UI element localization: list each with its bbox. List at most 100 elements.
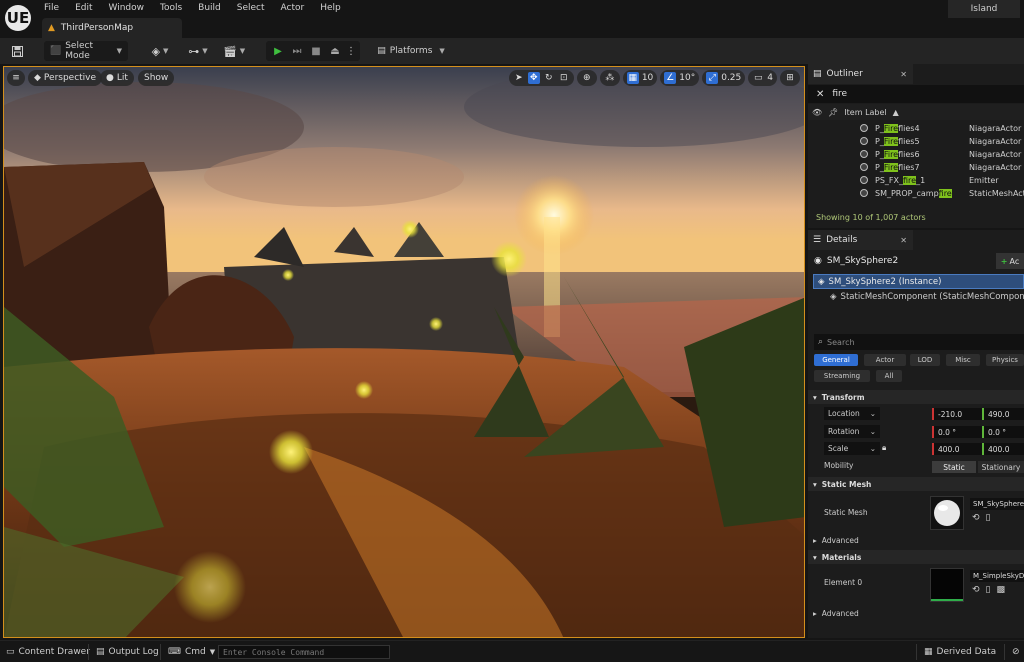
menu-build[interactable]: Build	[190, 0, 229, 16]
filter-streaming[interactable]: Streaming	[814, 370, 870, 382]
filter-general[interactable]: General	[814, 354, 858, 366]
item-label-column[interactable]: Item Label	[844, 108, 886, 117]
menu-file[interactable]: File	[36, 0, 67, 16]
material-asset-picker[interactable]: M_SimpleSkyDo	[970, 570, 1024, 582]
transform-section-header[interactable]: ▾ Transform	[808, 390, 1024, 404]
rotation-snap-control[interactable]: ∠ 10°	[660, 70, 700, 86]
stop-button[interactable]: ■	[308, 43, 324, 59]
rotate-icon[interactable]: ↻	[543, 72, 555, 84]
close-icon[interactable]: ✕	[900, 70, 907, 79]
menu-window[interactable]: Window	[101, 0, 153, 16]
location-y-field[interactable]: 490.0	[982, 408, 1024, 420]
rotation-x-field[interactable]: 0.0 °	[932, 426, 982, 438]
material-thumbnail[interactable]	[930, 568, 964, 602]
mobility-stationary[interactable]: Stationary	[978, 461, 1024, 473]
outliner-row[interactable]: PS_FX_fire_1 Emitter	[808, 174, 1024, 187]
scale-dropdown[interactable]: Scale ⌄	[824, 442, 880, 455]
more-options-icon[interactable]: ⋮	[346, 43, 356, 59]
filter-physics[interactable]: Physics	[986, 354, 1024, 366]
mobility-static[interactable]: Static	[932, 461, 976, 473]
static-mesh-asset-picker[interactable]: SM_SkySphere	[970, 498, 1024, 510]
close-icon[interactable]: ✕	[900, 236, 907, 245]
cinematics-button[interactable]: 🎬︎ ▼	[220, 41, 248, 61]
clear-search-icon[interactable]: ✕	[816, 89, 824, 100]
materials-section-header[interactable]: ▾ Materials	[808, 550, 1024, 564]
play-button[interactable]: ▶	[270, 43, 286, 59]
component-root-row[interactable]: ◈ SM_SkySphere2 (Instance)	[813, 274, 1024, 289]
outliner-search-input[interactable]	[832, 89, 983, 99]
view-mode-button[interactable]: ● Lit	[100, 70, 134, 86]
blueprints-button[interactable]: ⊶ ▼	[184, 41, 212, 61]
source-control-button[interactable]: ⊘	[1008, 644, 1024, 660]
menu-edit[interactable]: Edit	[67, 0, 100, 16]
eject-button[interactable]: ⏏︎	[327, 43, 343, 59]
filter-misc[interactable]: Misc	[946, 354, 980, 366]
details-tab[interactable]: ☰ Details ✕	[808, 230, 913, 250]
filter-lod[interactable]: LOD	[910, 354, 940, 366]
viewport-right-controls: ➤ ✥ ↻ ⊡ ⊕ ⁂ ▦ 10 ∠ 10° ⤢ 0.25 ▭ 4 ⊞	[508, 70, 800, 86]
menu-actor[interactable]: Actor	[273, 0, 313, 16]
cmd-dropdown[interactable]: ⌨︎ Cmd ▼	[164, 644, 219, 660]
menu-select[interactable]: Select	[229, 0, 273, 16]
scale-snap-control[interactable]: ⤢ 0.25	[702, 70, 746, 86]
translate-icon[interactable]: ✥	[527, 72, 540, 84]
location-dropdown[interactable]: Location ⌄	[824, 407, 880, 420]
outliner-row[interactable]: SM_PROP_campfire StaticMeshActor	[808, 187, 1024, 200]
use-selected-icon[interactable]: ▯	[986, 585, 991, 595]
content-drawer-button[interactable]: ▭ Content Drawer	[2, 644, 94, 660]
viewport-layout-button[interactable]: ⊞	[780, 70, 800, 86]
platforms-dropdown[interactable]: ▤ Platforms ▼	[376, 41, 446, 61]
menu-tools[interactable]: Tools	[152, 0, 190, 16]
checker-icon[interactable]: ▩	[997, 585, 1006, 595]
select-mode-dropdown[interactable]: ⬛ Select Mode ▼	[44, 41, 128, 61]
world-local-toggle[interactable]: ⊕	[576, 70, 597, 86]
divider	[88, 644, 89, 660]
lock-icon[interactable]: 🔒︎	[882, 443, 886, 453]
select-arrow-icon[interactable]: ➤	[513, 72, 525, 84]
show-button[interactable]: Show	[138, 70, 175, 86]
grid-snap-control[interactable]: ▦ 10	[622, 70, 658, 86]
scale-icon[interactable]: ⊡	[558, 72, 570, 84]
outliner-row[interactable]: P_Fireflies4 NiagaraActor	[808, 122, 1024, 135]
play-controls: ▶ ⏭︎ ■ ⏏︎ ⋮	[266, 41, 360, 61]
surface-snap-toggle[interactable]: ⁂	[599, 70, 620, 86]
add-component-button[interactable]: + Ac	[996, 253, 1024, 269]
details-search-input[interactable]	[827, 337, 1008, 347]
pin-icon[interactable]: 📌︎	[828, 108, 838, 117]
outliner-row[interactable]: P_Fireflies6 NiagaraActor	[808, 148, 1024, 161]
level-tab[interactable]: ▲ ThirdPersonMap	[42, 18, 182, 38]
use-selected-icon[interactable]: ▯	[986, 513, 991, 523]
filter-all[interactable]: All	[876, 370, 902, 382]
rotation-y-field[interactable]: 0.0 °	[982, 426, 1024, 438]
filter-actor[interactable]: Actor	[864, 354, 906, 366]
component-child-row[interactable]: ◈ StaticMeshComponent (StaticMeshCompone…	[830, 290, 1024, 304]
outliner-row[interactable]: P_Fireflies7 NiagaraActor	[808, 161, 1024, 174]
unreal-logo[interactable]: UE	[5, 5, 31, 31]
outliner-row[interactable]: P_Fireflies5 NiagaraActor	[808, 135, 1024, 148]
static-mesh-section-header[interactable]: ▾ Static Mesh	[808, 477, 1024, 491]
viewport-options-button[interactable]: ≡	[7, 70, 25, 86]
browse-icon[interactable]: ⟲	[972, 513, 980, 523]
console-command-input[interactable]	[218, 645, 390, 659]
browse-icon[interactable]: ⟲	[972, 585, 980, 595]
step-button[interactable]: ⏭︎	[289, 43, 305, 59]
level-viewport[interactable]: ≡ ◆ Perspective ● Lit Show ➤ ✥ ↻ ⊡ ⊕ ⁂ ▦…	[3, 66, 805, 638]
camera-speed-control[interactable]: ▭ 4	[748, 70, 777, 86]
outliner-tab[interactable]: ▤ Outliner ✕	[808, 64, 913, 84]
visibility-eye-icon[interactable]: 👁︎	[812, 108, 822, 117]
rotation-dropdown[interactable]: Rotation ⌄	[824, 425, 880, 438]
save-button[interactable]	[8, 41, 26, 61]
add-content-button[interactable]: ◈ ▼	[146, 41, 174, 61]
output-log-button[interactable]: ▤ Output Log	[92, 644, 163, 660]
derived-data-button[interactable]: ▦ Derived Data	[920, 644, 1000, 660]
menu-help[interactable]: Help	[312, 0, 349, 16]
location-x-field[interactable]: -210.0	[932, 408, 982, 420]
scale-x-field[interactable]: 400.0	[932, 443, 982, 455]
details-icon: ☰	[813, 235, 822, 245]
perspective-button[interactable]: ◆ Perspective	[28, 70, 103, 86]
scale-y-field[interactable]: 400.0	[982, 443, 1024, 455]
materials-advanced[interactable]: ▸ Advanced	[808, 606, 1024, 620]
static-mesh-thumbnail[interactable]	[930, 496, 964, 530]
chevron-down-icon: ▾	[813, 479, 817, 489]
static-mesh-advanced[interactable]: ▸ Advanced	[808, 533, 1024, 547]
